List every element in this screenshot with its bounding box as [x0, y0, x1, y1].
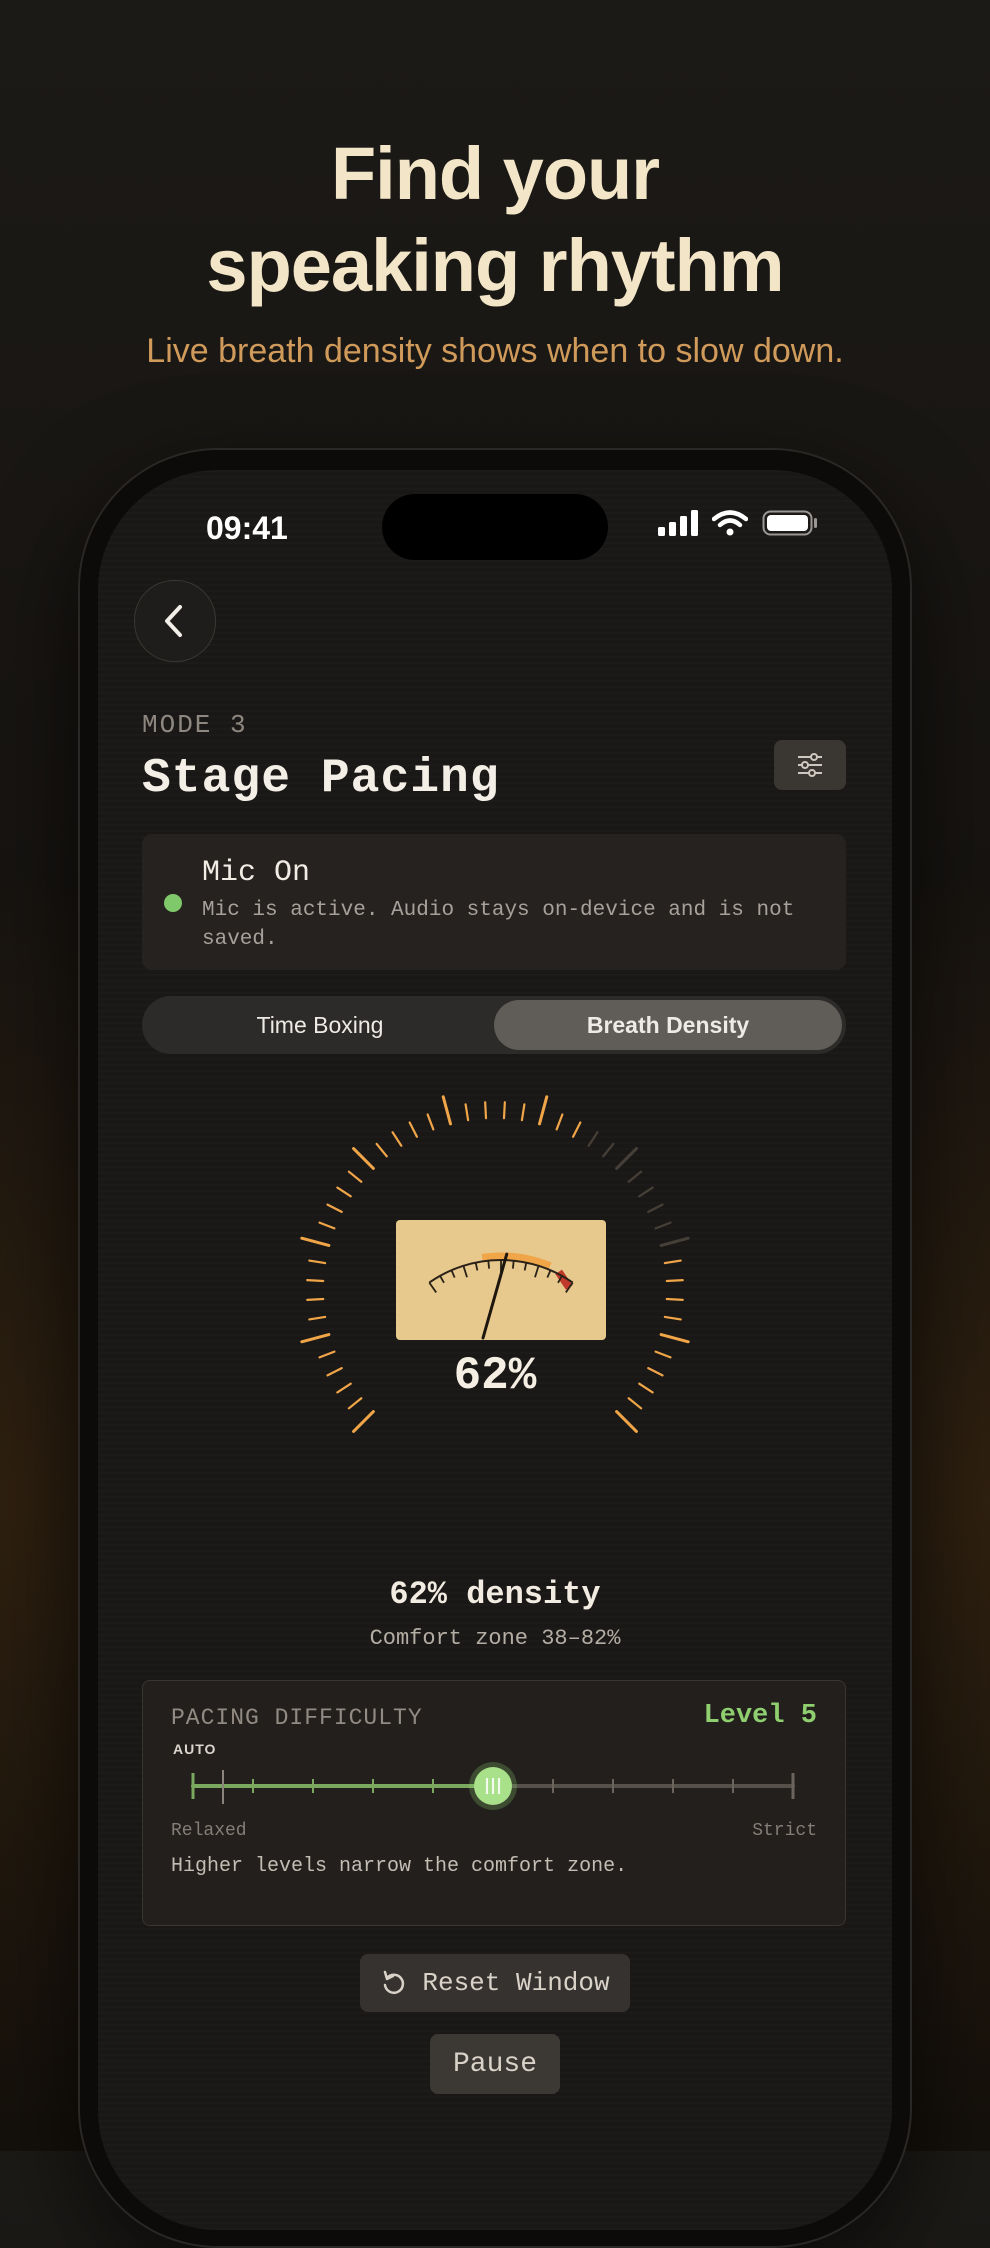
mode-tabs: Time Boxing Breath Density [142, 996, 846, 1054]
mode-label: MODE 3 [142, 710, 248, 740]
gauge-tick [308, 1259, 327, 1265]
vu-tick [474, 1262, 479, 1271]
vu-tick [462, 1265, 468, 1278]
app-screen: 09:41 MODE 3 Stage Pacing Mic On Mic is … [98, 470, 892, 2230]
gauge-tick [520, 1103, 526, 1122]
gauge-tick [665, 1279, 684, 1283]
signal-icon [658, 510, 698, 536]
gauge-readout: 62% [453, 1350, 537, 1402]
gauge-tick [300, 1333, 331, 1344]
gauge-tick [659, 1333, 690, 1344]
gauge-tick [336, 1186, 352, 1198]
gauge-tick [352, 1147, 375, 1170]
gauge-tick [408, 1121, 419, 1138]
gauge-tick [663, 1259, 682, 1265]
wifi-icon [712, 510, 748, 536]
mic-status-dot [164, 894, 182, 912]
dynamic-island [382, 494, 608, 560]
vu-meter-face [428, 1252, 574, 1340]
pause-button[interactable]: Pause [430, 2034, 560, 2094]
slider-max-label: Strict [752, 1821, 817, 1841]
gauge-tick [326, 1203, 343, 1214]
sliders-icon [798, 753, 822, 777]
gauge-tick [347, 1170, 363, 1183]
mic-status-description: Mic is active. Audio stays on-device and… [202, 899, 795, 951]
gauge-tick [502, 1101, 506, 1120]
gauge-tick [484, 1101, 488, 1120]
gauge-tick [587, 1131, 599, 1147]
battery-icon [762, 510, 817, 536]
tab-breath-density[interactable]: Breath Density [494, 1000, 842, 1050]
vu-needle [481, 1252, 509, 1340]
gauge-tick [647, 1203, 664, 1214]
gauge-tick [391, 1131, 403, 1147]
difficulty-note: Higher levels narrow the comfort zone. [171, 1855, 628, 1878]
vu-tick [534, 1265, 540, 1278]
gauge-tick [441, 1095, 452, 1126]
phone-frame: 09:41 MODE 3 Stage Pacing Mic On Mic is … [78, 448, 912, 2248]
vu-tick [428, 1282, 437, 1293]
pacing-difficulty-card: PACING DIFFICULTY Level 5 AUTO Relaxed S… [142, 1680, 846, 1926]
reset-window-button[interactable]: Reset Window [360, 1954, 630, 2012]
gauge-tick [615, 1410, 638, 1433]
hero-subtitle: Live breath density shows when to slow d… [146, 332, 844, 370]
slider-min-label: Relaxed [171, 1821, 247, 1841]
gauge-tick [555, 1113, 564, 1131]
reset-window-label: Reset Window [422, 1968, 610, 1998]
vu-tick [523, 1262, 528, 1271]
gauge-tick [318, 1221, 336, 1230]
vu-tick [450, 1269, 456, 1278]
tab-time-boxing[interactable]: Time Boxing [146, 1000, 494, 1050]
hero-title-line1: Find your [330, 132, 660, 215]
back-button[interactable] [134, 580, 216, 662]
vu-tick [546, 1269, 552, 1278]
gauge-tick [654, 1221, 672, 1230]
gauge-tick [300, 1236, 331, 1247]
vu-tick [511, 1260, 515, 1269]
difficulty-title: PACING DIFFICULTY [171, 1705, 423, 1731]
gauge-tick [663, 1315, 682, 1321]
gauge-tick [627, 1170, 643, 1183]
gauge-tick [659, 1236, 690, 1247]
mic-status-card: Mic On Mic is active. Audio stays on-dev… [142, 834, 846, 970]
chevron-left-icon [165, 605, 182, 637]
gauge-tick [602, 1142, 615, 1158]
gauge-tick [638, 1186, 654, 1198]
vu-tick [487, 1260, 491, 1269]
auto-marker-label: AUTO [173, 1741, 217, 1757]
difficulty-slider[interactable] [191, 1761, 795, 1811]
gauge-tick [375, 1142, 388, 1158]
status-icons [658, 510, 818, 536]
density-label: 62% density [389, 1576, 601, 1613]
gauge-tick [426, 1113, 435, 1131]
vu-meter [396, 1220, 606, 1340]
mic-status-title: Mic On [202, 856, 311, 890]
gauge-tick [308, 1315, 327, 1321]
comfort-zone-text: Comfort zone 38–82% [369, 1626, 621, 1651]
gauge-tick [571, 1121, 582, 1138]
gauge-tick [615, 1147, 638, 1170]
gauge-tick [665, 1297, 684, 1301]
hero-title: Find your speaking rhythm [0, 128, 990, 312]
gauge-tick [306, 1297, 325, 1301]
status-time: 09:41 [206, 510, 288, 546]
difficulty-level: Level 5 [703, 1701, 817, 1731]
gauge-tick [464, 1103, 470, 1122]
reset-arrow-icon [384, 1970, 405, 1994]
gauge-tick [352, 1410, 375, 1433]
gauge-tick [306, 1279, 325, 1283]
vu-tick [439, 1275, 445, 1284]
gauge-tick [538, 1095, 549, 1126]
settings-button[interactable] [774, 740, 846, 790]
hero-title-line2: speaking rhythm [206, 224, 784, 307]
page-title: Stage Pacing [142, 752, 500, 806]
